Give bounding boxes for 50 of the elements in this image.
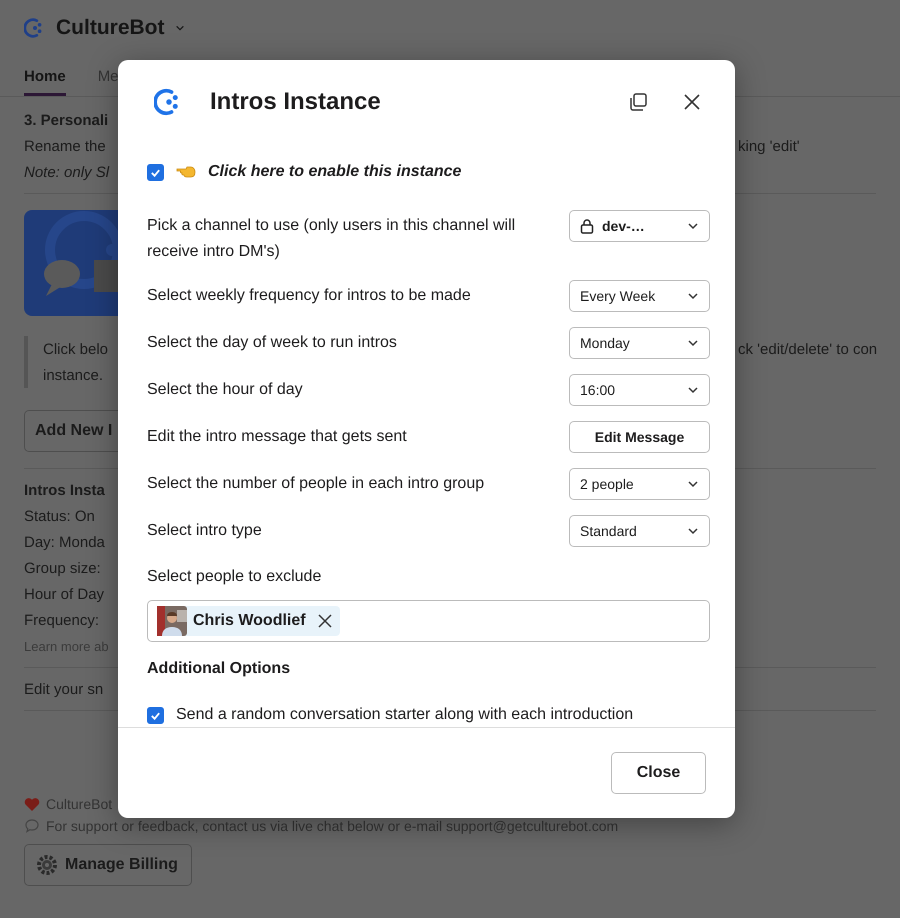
- checkbox[interactable]: [147, 706, 164, 724]
- dropdown[interactable]: Every Week: [569, 280, 710, 312]
- info-text: Rename the: [24, 138, 106, 154]
- dropdown-value: 2 people: [580, 476, 635, 492]
- person-name: Chris Woodlief: [193, 612, 306, 630]
- dropdown[interactable]: Monday: [569, 327, 710, 359]
- info-text: Edit your sn: [24, 680, 104, 698]
- pointing-hand-icon: [176, 165, 196, 179]
- info-text: Status: On: [24, 508, 95, 524]
- section-heading: Intros Insta: [24, 482, 105, 498]
- note-text: Note: only Sl: [24, 164, 110, 180]
- setting-label: Select the hour of day: [147, 380, 303, 400]
- dropdown[interactable]: Standard: [569, 515, 710, 547]
- checkbox[interactable]: [147, 164, 164, 180]
- enable-instance-label: Click here to enable this instance: [208, 163, 462, 181]
- close-button[interactable]: Close: [611, 752, 706, 794]
- info-text: Hour of Day: [24, 586, 104, 602]
- instruction-text: ck 'edit/delete' to con: [738, 340, 878, 358]
- chevron-down-icon: [174, 23, 184, 33]
- setting-label: Edit the intro message that gets sent: [147, 427, 407, 447]
- dialog-title: Intros Instance: [210, 88, 382, 116]
- setting-label: Pick a channel to use (only users in this channel will receive intro DM's): [147, 216, 516, 262]
- edit-message-button[interactable]: Edit Message: [569, 421, 710, 453]
- setting-label: Select the day of week to run intros: [147, 333, 397, 353]
- setting-label: Select people to exclude: [147, 567, 322, 587]
- section-heading: 3. Personali: [24, 112, 108, 128]
- setting-label: Select intro type: [147, 521, 262, 541]
- setting-label: Select the number of people in each intro group: [147, 474, 484, 494]
- dropdown-value: Every Week: [580, 288, 656, 304]
- dropdown[interactable]: dev-…: [569, 210, 710, 242]
- section-heading: Additional Options: [147, 660, 292, 678]
- speech-bubble-icon: [24, 818, 40, 834]
- remove-icon[interactable]: [318, 614, 332, 628]
- dropdown[interactable]: 2 people: [569, 468, 710, 500]
- instruction-text: Click belo: [43, 340, 108, 358]
- option-label: Send a random conversation starter along with each introduction: [176, 706, 634, 724]
- gear-icon: [35, 853, 59, 877]
- people-field[interactable]: Chris Woodlief: [147, 600, 710, 642]
- dropdown-value: dev-…: [602, 218, 646, 234]
- dropdown[interactable]: 16:00: [569, 374, 710, 406]
- info-text: Day: Monda: [24, 534, 105, 550]
- heart-icon: [24, 796, 40, 812]
- dropdown-value: 16:00: [580, 382, 616, 398]
- dropdown-value: Monday: [580, 335, 631, 351]
- setting-label: Select weekly frequency for intros to be made: [147, 286, 471, 306]
- info-text: Group size:: [24, 560, 101, 576]
- info-text: king 'edit': [738, 138, 801, 154]
- dropdown-value: Standard: [580, 523, 638, 539]
- info-text: Frequency:: [24, 612, 100, 628]
- instruction-text: instance.: [43, 366, 104, 384]
